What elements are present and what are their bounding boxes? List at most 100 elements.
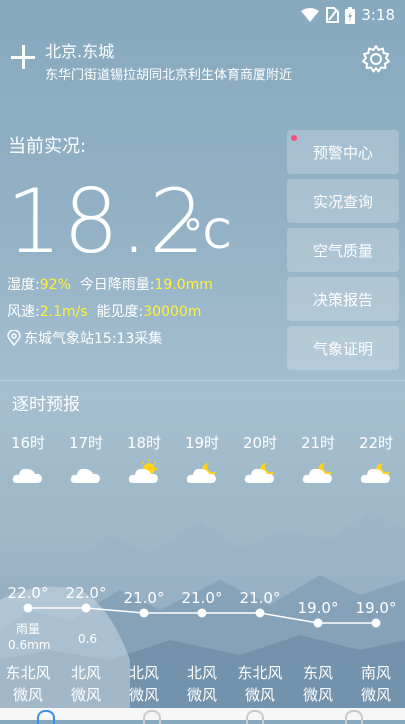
no-sim-icon	[326, 7, 339, 23]
warning-center-button[interactable]: 预警中心	[287, 130, 399, 174]
wind-level: 微风	[360, 686, 391, 704]
cloudy-icon	[61, 459, 111, 491]
wind-item: 北风 微风	[115, 662, 173, 706]
add-city-button[interactable]	[10, 44, 36, 70]
visibility-value: 30000m	[143, 304, 202, 320]
wind-item: 东北风 微风	[231, 662, 289, 706]
wind-direction: 东风	[302, 664, 333, 682]
air-quality-label: 空气质量	[312, 241, 373, 260]
temperature-label: 19.0°	[356, 599, 397, 617]
hour-item: 19时	[177, 432, 227, 491]
wind-value: 2.1m/s	[39, 304, 88, 320]
temperature-label: 19.0°	[298, 599, 339, 617]
decision-report-button[interactable]: 决策报告	[287, 277, 399, 321]
hour-time: 21时	[300, 434, 336, 452]
wind-level: 微风	[186, 686, 217, 704]
temperature-line-chart: 22.0° 22.0° 21.0° 21.0° 21.0° 19.0° 19.0°	[8, 584, 397, 628]
temperature-point	[313, 618, 323, 628]
wind-level: 微风	[70, 686, 101, 704]
wind-item: 东北风 微风	[0, 662, 57, 706]
humidity-value: 92%	[39, 277, 71, 293]
side-buttons: 预警中心 实况查询 空气质量 决策报告 气象证明	[287, 130, 399, 375]
wind-list: 东北风 微风 北风 微风 北风 微风 北风 微风 东北风 微风 东风 微风 南风 微风	[0, 662, 405, 708]
partly-cloudy-sun-icon	[119, 459, 169, 491]
rain-value: 19.0mm	[154, 277, 213, 293]
wind-direction: 东北风	[237, 664, 283, 682]
partly-cloudy-night-icon	[235, 459, 285, 491]
cloudy-icon	[3, 459, 53, 491]
hour-item: 22时	[351, 432, 401, 491]
rain-amount-label: 雨量	[16, 622, 41, 636]
location-pin-icon	[7, 330, 21, 346]
current-label: 当前实况:	[8, 136, 87, 157]
hour-time: 20时	[242, 434, 278, 452]
tab-4-icon[interactable]	[345, 710, 363, 724]
wind-direction: 北风	[70, 664, 101, 682]
tab-2-icon[interactable]	[143, 710, 161, 724]
wind-direction: 南风	[360, 664, 391, 682]
station-info: 东城气象站15:13采集	[7, 328, 162, 348]
status-bar: 3:18	[0, 0, 405, 30]
humidity-label: 湿度:	[7, 277, 40, 293]
hour-time: 19时	[184, 434, 220, 452]
wind-label: 风速:	[7, 304, 40, 320]
hour-time: 22时	[358, 434, 394, 452]
temperature-point	[255, 608, 265, 618]
tab-3-icon[interactable]	[246, 710, 264, 724]
hour-time: 17时	[68, 434, 104, 452]
hour-item: 16时	[3, 432, 53, 491]
rain-amount-value: 0.6	[78, 632, 98, 646]
temperature-label: 21.0°	[240, 589, 281, 607]
wind-item: 东风 微风	[289, 662, 347, 706]
wind-direction: 北风	[186, 664, 217, 682]
status-time: 3:18	[361, 6, 395, 24]
header: 北京.东城 东华门街道锡拉胡同北京利生体育商厦附近	[0, 36, 405, 86]
warning-center-label: 预警中心	[312, 143, 373, 162]
battery-charging-icon	[345, 6, 355, 24]
air-quality-button[interactable]: 空气质量	[287, 228, 399, 272]
weather-certificate-button[interactable]: 气象证明	[287, 326, 399, 370]
temperature-point	[81, 603, 91, 613]
hour-item: 20时	[235, 432, 285, 491]
wind-level: 微风	[128, 686, 159, 704]
obs-row-wind: 风速:2.1m/s 能见度:30000m	[7, 301, 201, 321]
wind-level: 微风	[302, 686, 333, 704]
gear-icon[interactable]	[361, 44, 391, 74]
temperature-point	[139, 608, 149, 618]
temperature-label: 22.0°	[66, 584, 107, 602]
weather-certificate-label: 气象证明	[312, 339, 373, 358]
hour-time: 18时	[126, 434, 162, 452]
hour-item: 18时	[119, 432, 169, 491]
location-title[interactable]: 北京.东城	[45, 38, 114, 62]
observation-query-button[interactable]: 实况查询	[287, 179, 399, 223]
visibility-label: 能见度:	[96, 304, 144, 320]
alert-dot	[291, 135, 297, 141]
home-tab-icon[interactable]	[37, 710, 55, 724]
temperature-label: 21.0°	[182, 589, 223, 607]
wind-direction: 北风	[128, 664, 159, 682]
temperature-point	[197, 608, 207, 618]
partly-cloudy-night-icon	[351, 459, 401, 491]
address-text: 东华门街道锡拉胡同北京利生体育商厦附近	[45, 68, 293, 83]
hourly-list: 16时 17时 18时 19时 20时 21时 22时	[0, 432, 405, 492]
bottom-nav	[0, 708, 405, 724]
hour-time: 16时	[10, 434, 46, 452]
temperature-unit: °C	[183, 212, 231, 258]
station-text: 东城气象站15:13采集	[24, 331, 163, 347]
observation-query-label: 实况查询	[312, 192, 373, 211]
divider	[0, 380, 405, 381]
wind-level: 微风	[12, 686, 43, 704]
decision-report-label: 决策报告	[312, 290, 373, 309]
status-icons	[301, 6, 355, 24]
wind-item: 北风 微风	[57, 662, 115, 706]
rain-label: 今日降雨量:	[79, 277, 155, 293]
rain-amount-total: 0.6mm	[8, 638, 51, 652]
hour-item: 21时	[293, 432, 343, 491]
hourly-title: 逐时预报	[12, 395, 80, 415]
temperature-label: 21.0°	[124, 589, 165, 607]
temperature-label: 22.0°	[8, 584, 49, 602]
temperature-point	[23, 603, 33, 613]
current-temperature: 18.2	[6, 170, 206, 273]
hour-item: 17时	[61, 432, 111, 491]
wind-item: 北风 微风	[173, 662, 231, 706]
